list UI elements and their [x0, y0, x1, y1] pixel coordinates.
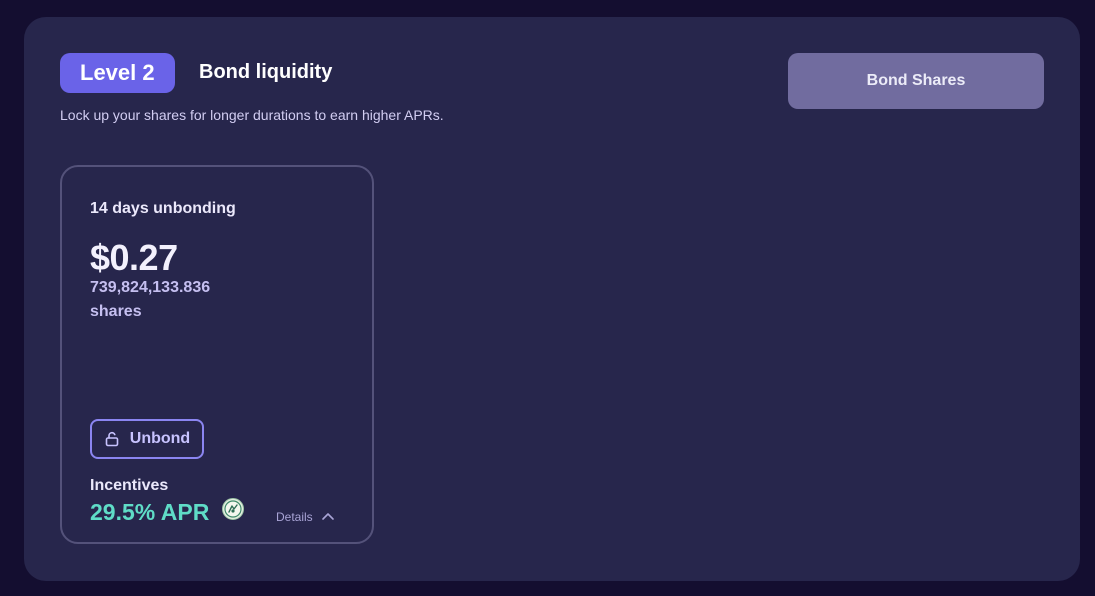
incentive-token-icon [222, 498, 244, 520]
chevron-up-icon [321, 508, 335, 526]
section-title: Bond liquidity [199, 61, 333, 83]
bonded-shares-amount: 739,824,133.836 [90, 279, 211, 296]
section-subtitle: Lock up your shares for longer durations… [60, 107, 444, 123]
bond-duration-card: 14 days unbonding $0.27 739,824,133.836 … [60, 165, 374, 544]
unbonding-duration: 14 days unbonding [90, 200, 236, 217]
details-label: Details [276, 510, 313, 524]
unlock-icon [104, 431, 120, 447]
unbond-button-label: Unbond [129, 430, 191, 447]
bonded-shares-label: shares [90, 303, 142, 320]
bonded-value: $0.27 [90, 237, 178, 278]
level-badge: Level 2 [60, 53, 175, 93]
incentives-label: Incentives [90, 477, 169, 494]
unbond-button[interactable]: Unbond [90, 419, 204, 459]
bond-liquidity-panel: Level 2 Bond liquidity Lock up your shar… [24, 17, 1080, 581]
apr-value: 29.5% APR [90, 499, 210, 525]
bond-shares-button[interactable]: Bond Shares [788, 53, 1044, 109]
details-toggle[interactable]: Details [276, 508, 335, 526]
